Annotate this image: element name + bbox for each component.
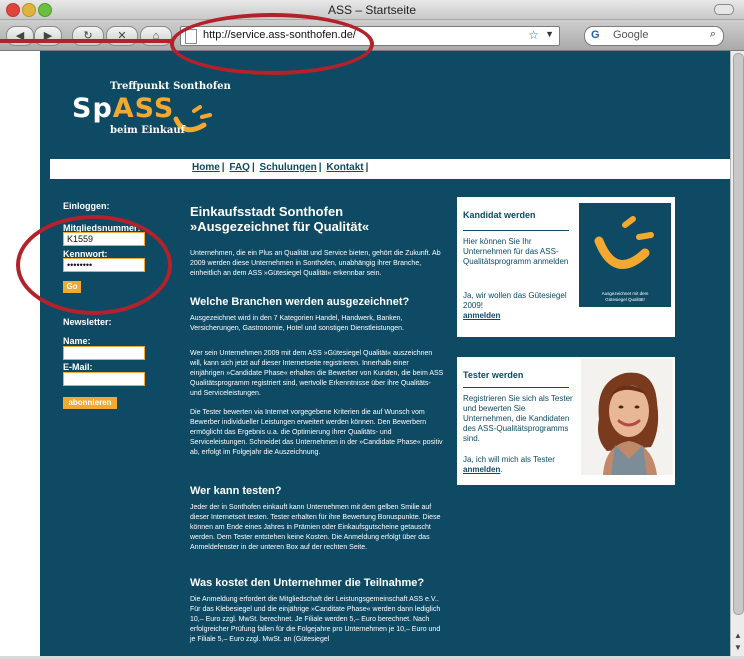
window-title: ASS – Startseite [327, 3, 417, 17]
window-titlebar: ASS – Startseite [0, 0, 744, 20]
page-title-line1: Einkaufsstadt Sonthofen [190, 204, 344, 219]
intro-paragraph: Unternehmen, die ein Plus an Qualität un… [190, 250, 441, 277]
tester-box-divider [463, 387, 569, 388]
nav-schulungen-link[interactable]: Schulungen [260, 162, 317, 173]
search-box[interactable]: G Google ⌕ [584, 26, 724, 46]
page-icon [185, 29, 197, 44]
page-title-line2: »Ausgezeichnet für Qualität« [190, 219, 370, 234]
tester-box-cta-suffix: . [500, 465, 503, 474]
logo-sp: Sp [72, 93, 113, 124]
section3-heading: Was kostet den Unternehmer die Teilnahme… [190, 577, 425, 589]
section3-paragraph: Die Anmeldung erfordert die Mitgliedscha… [190, 596, 441, 643]
section2-paragraph: Jeder der in Sonthofen einkauft kann Unt… [190, 504, 441, 551]
tester-box-title: Tester werden [463, 370, 524, 380]
history-dropdown-icon[interactable]: ▼ [545, 29, 554, 39]
nav-links: Home | FAQ | Schulungen | Kontakt | [192, 162, 370, 173]
nav-separator: | [318, 162, 322, 173]
candidate-box-title: Kandidat werden [463, 210, 536, 220]
candidate-box-cta: Ja, wir wollen das Gütesiegel 2009! anme… [463, 291, 573, 321]
logo-ass: ASS [112, 93, 175, 124]
tester-box-cta-text: Ja, ich will mich als Tester [463, 455, 555, 464]
nav-separator: | [251, 162, 255, 173]
home-button[interactable]: ⌂ [140, 26, 172, 46]
logo-wordmark[interactable]: SpASS [72, 93, 174, 124]
search-icon[interactable]: ⌕ [710, 28, 716, 41]
nav-kontakt-link[interactable]: Kontakt [326, 162, 363, 173]
scroll-down-arrow-icon[interactable]: ▼ [734, 643, 742, 652]
stop-button[interactable]: ✕ [106, 26, 138, 46]
login-go-button[interactable]: Go [63, 281, 81, 293]
tester-register-link[interactable]: anmelden [463, 465, 500, 474]
section2-heading: Wer kann testen? [190, 485, 282, 497]
forward-button[interactable]: ▶ [34, 26, 62, 46]
scroll-up-arrow-icon[interactable]: ▲ [734, 631, 742, 640]
bookmark-star-icon[interactable]: ☆ [528, 28, 539, 42]
nav-faq-link[interactable]: FAQ [229, 162, 250, 173]
tester-box: Tester werden Registrieren Sie sich als … [457, 357, 675, 485]
toolbar-toggle-icon[interactable] [714, 4, 734, 15]
quality-seal-smile-icon: Ausgezeichnet mit dem Gütesiegel Qualitä… [594, 216, 654, 302]
quality-seal-line2: Gütesiegel Qualität! [605, 297, 645, 302]
address-url[interactable]: http://service.ass-sonthofen.de/ [203, 29, 356, 41]
address-bar[interactable]: http://service.ass-sonthofen.de/ ☆ ▼ [180, 26, 560, 46]
member-number-input[interactable]: K1559 [63, 232, 145, 246]
back-button[interactable]: ◀ [6, 26, 34, 46]
tester-box-cta: Ja, ich will mich als Tester anmelden. [463, 455, 575, 475]
search-input[interactable]: Google [613, 29, 648, 41]
nav-home-link[interactable]: Home [192, 162, 220, 173]
candidate-box-cta-text: Ja, wir wollen das Gütesiegel 2009! [463, 291, 567, 310]
section1-paragraph-2: Wer sein Unternehmen 2009 mit dem ASS »G… [190, 350, 444, 397]
web-page: Treffpunkt Sonthofen SpASS beim Einkauf … [40, 51, 730, 656]
candidate-box: Kandidat werden Hier können Sie Ihr Unte… [457, 197, 675, 337]
search-engine-icon[interactable]: G [591, 29, 600, 41]
logo-tagline-bottom: beim Einkauf [110, 125, 185, 136]
reload-button[interactable]: ↻ [72, 26, 104, 46]
section1-paragraph-1: Ausgezeichnet wird in den 7 Kategorien H… [190, 315, 405, 332]
password-input[interactable]: •••••••• [63, 258, 145, 272]
tester-box-text: Registrieren Sie sich als Tester und bew… [463, 394, 573, 443]
newsletter-subscribe-button[interactable]: abonnieren [63, 397, 117, 409]
page-title: Einkaufsstadt Sonthofen »Ausgezeichnet f… [190, 204, 369, 234]
newsletter-name-input[interactable] [63, 346, 145, 360]
annotation-pointer-line [0, 39, 172, 43]
logo-tagline-top: Treffpunkt Sonthofen [110, 81, 231, 92]
newsletter-email-label: E-Mail: [63, 362, 93, 372]
candidate-box-text: Hier können Sie Ihr Unternehmen für das … [463, 237, 569, 266]
section1-heading: Welche Branchen werden ausgezeichnet? [190, 296, 410, 308]
nav-separator: | [221, 162, 225, 173]
newsletter-name-label: Name: [63, 336, 91, 346]
candidate-box-divider [463, 230, 569, 231]
quality-seal-card: Ausgezeichnet mit dem Gütesiegel Qualitä… [579, 203, 671, 307]
tester-portrait-image [581, 359, 673, 475]
newsletter-email-input[interactable] [63, 372, 145, 386]
nav-separator: | [365, 162, 369, 173]
login-heading: Einloggen: [63, 201, 110, 211]
scrollbar-thumb[interactable] [733, 53, 744, 615]
vertical-scrollbar[interactable]: ▲ ▼ [730, 51, 744, 656]
section1-paragraph-3: Die Tester bewerten via Internet vorgege… [190, 409, 443, 456]
browser-toolbar: ◀ ▶ ↻ ✕ ⌂ http://service.ass-sonthofen.d… [0, 20, 744, 51]
tester-photo [581, 359, 673, 475]
top-navigation: Home | FAQ | Schulungen | Kontakt | [50, 159, 730, 179]
quality-seal-line1: Ausgezeichnet mit dem [602, 291, 649, 296]
newsletter-heading: Newsletter: [63, 317, 112, 327]
candidate-register-link[interactable]: anmelden [463, 311, 500, 320]
